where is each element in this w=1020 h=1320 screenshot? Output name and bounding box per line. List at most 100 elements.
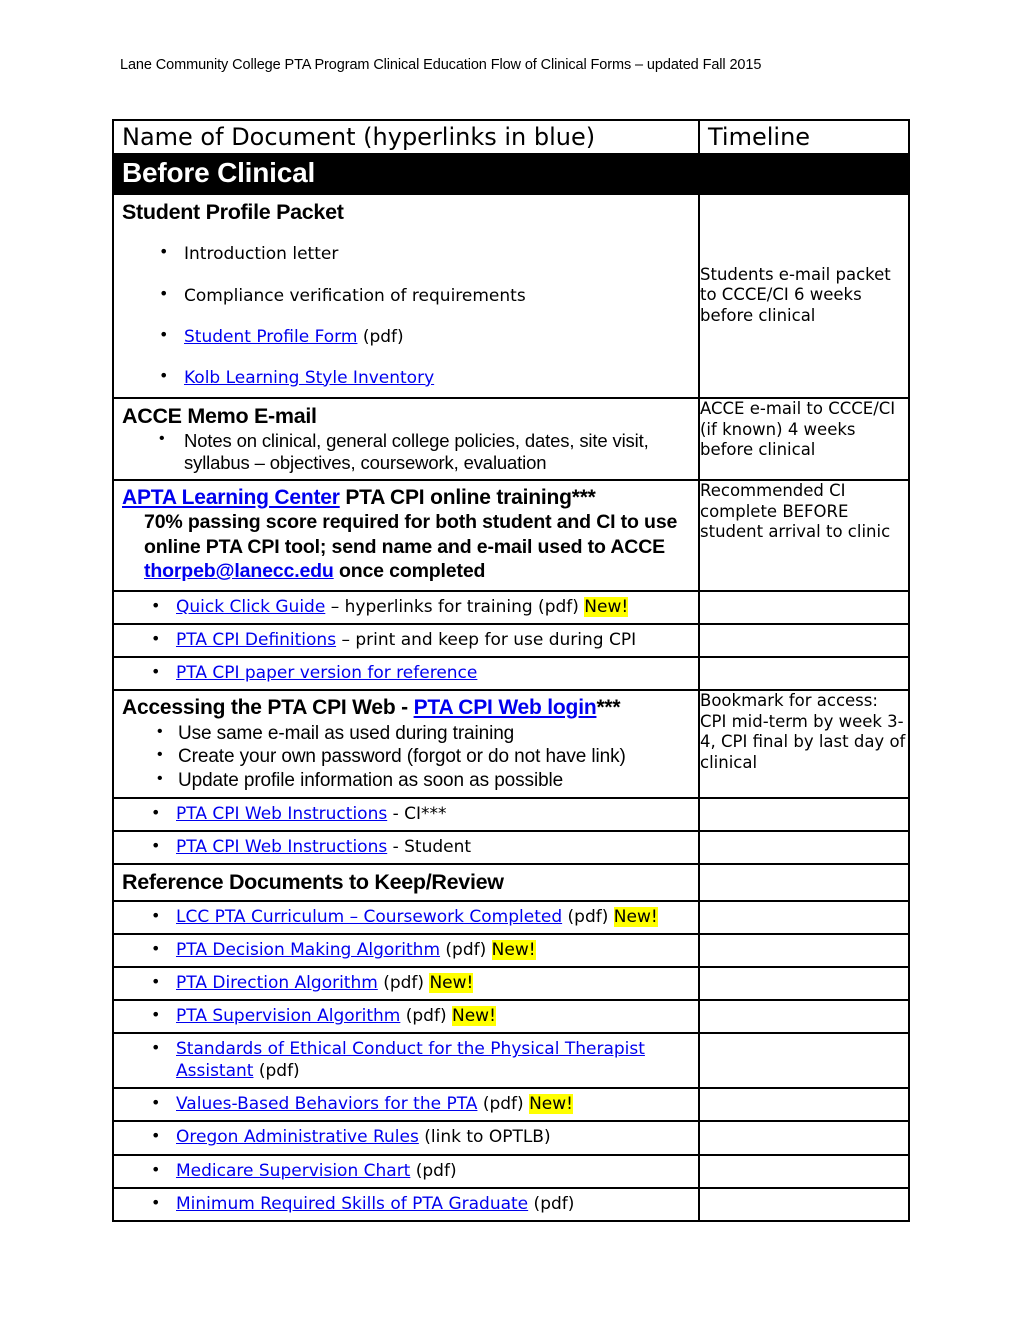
cell-timeline-empty <box>698 932 910 968</box>
cell-cpi-instructions-student: PTA CPI Web Instructions - Student <box>112 829 700 865</box>
list-item: Compliance verification of requirements <box>122 284 692 307</box>
table-row: LCC PTA Curriculum – Coursework Complete… <box>112 899 910 935</box>
section-banner-label: Before Clinical <box>122 157 316 189</box>
table-row: Values-Based Behaviors for the PTA (pdf)… <box>112 1087 910 1123</box>
cell-ref-values: Values-Based Behaviors for the PTA (pdf)… <box>112 1087 700 1123</box>
apta-heading-rest: PTA CPI online training*** <box>339 485 596 509</box>
apta-body-part2: once completed <box>333 560 486 583</box>
cell-timeline-empty <box>698 622 910 658</box>
cell-accessing-cpi-web: Accessing the PTA CPI Web - PTA CPI Web … <box>112 688 700 799</box>
link-pta-supervision-algorithm[interactable]: PTA Supervision Algorithm <box>176 1006 400 1026</box>
link-quick-click-guide[interactable]: Quick Click Guide <box>176 597 325 617</box>
link-lcc-pta-curriculum[interactable]: LCC PTA Curriculum – Coursework Complete… <box>176 907 562 927</box>
row-text: (pdf) <box>377 972 430 993</box>
bullet-text: Update profile information as soon as po… <box>178 770 564 792</box>
row-text: – hyperlinks for training (pdf) <box>325 596 585 617</box>
cell-cpi-paper-version: PTA CPI paper version for reference <box>112 655 700 691</box>
reference-documents-title: Reference Documents to Keep/Review <box>122 869 504 894</box>
new-badge: New! <box>491 939 536 960</box>
column-header-timeline: Timeline <box>708 123 811 151</box>
section-banner-row: Before Clinical <box>112 153 910 195</box>
table-row: PTA CPI paper version for reference <box>112 655 910 691</box>
cell-reference-documents-header: Reference Documents to Keep/Review <box>112 862 700 902</box>
ref-curriculum-row: LCC PTA Curriculum – Coursework Complete… <box>114 902 698 933</box>
link-pta-cpi-web-instructions-ci[interactable]: PTA CPI Web Instructions <box>176 804 387 824</box>
cell-ref-supervision: PTA Supervision Algorithm (pdf) New! <box>112 999 700 1035</box>
ref-medicare-row: Medicare Supervision Chart (pdf) <box>114 1156 698 1187</box>
student-profile-packet-title: Student Profile Packet <box>122 199 344 224</box>
ref-minimum-row: Minimum Required Skills of PTA Graduate … <box>114 1189 698 1220</box>
ref-supervision-row: PTA Supervision Algorithm (pdf) New! <box>114 1001 698 1032</box>
list-item: Create your own password (forgot or do n… <box>122 745 692 769</box>
link-pta-direction-algorithm[interactable]: PTA Direction Algorithm <box>176 973 378 993</box>
cell-ref-curriculum: LCC PTA Curriculum – Coursework Complete… <box>112 899 700 935</box>
new-badge: New! <box>452 1006 496 1027</box>
cell-timeline-empty <box>698 589 910 625</box>
section-banner-cell: Before Clinical <box>112 153 910 195</box>
cell-timeline-empty <box>698 1120 910 1156</box>
table-row: PTA CPI Definitions – print and keep for… <box>112 622 910 658</box>
header-cell-timeline: Timeline <box>698 118 910 156</box>
link-standards-of-ethical-conduct[interactable]: Standards of Ethical Conduct for the Phy… <box>176 1039 645 1081</box>
link-medicare-supervision-chart[interactable]: Medicare Supervision Chart <box>176 1161 410 1181</box>
bullet-text: Notes on clinical, general college polic… <box>184 429 649 474</box>
link-pta-cpi-web-login[interactable]: PTA CPI Web login <box>414 696 597 719</box>
cell-timeline-empty <box>698 965 910 1002</box>
link-pta-decision-making-algorithm[interactable]: PTA Decision Making Algorithm <box>176 940 440 960</box>
cell-cpi-instructions-ci: PTA CPI Web Instructions - CI*** <box>112 796 700 832</box>
table-row: Standards of Ethical Conduct for the Phy… <box>112 1032 910 1090</box>
bullet-text: Compliance verification of requirements <box>184 285 526 306</box>
cell-timeline-empty <box>698 862 910 902</box>
cell-acce-memo: ACCE Memo E-mail Notes on clinical, gene… <box>112 396 700 481</box>
quick-click-guide-row: Quick Click Guide – hyperlinks for train… <box>114 592 698 623</box>
table-row: Minimum Required Skills of PTA Graduate … <box>112 1186 910 1222</box>
table-row: Quick Click Guide – hyperlinks for train… <box>112 589 910 625</box>
table-row: Oregon Administrative Rules (link to OPT… <box>112 1120 910 1156</box>
cell-ref-oregon: Oregon Administrative Rules (link to OPT… <box>112 1120 700 1156</box>
row-text: (pdf) <box>528 1193 575 1214</box>
cell-ref-minimum: Minimum Required Skills of PTA Graduate … <box>112 1186 700 1222</box>
row-text: (pdf) <box>562 906 614 927</box>
link-acce-email[interactable]: thorpeb@lanecc.edu <box>144 560 334 582</box>
apta-body-part1: 70% passing score required for both stud… <box>144 510 678 558</box>
row-text: (pdf) <box>400 1006 452 1027</box>
document-page: Lane Community College PTA Program Clini… <box>0 0 1020 1320</box>
cell-timeline-empty <box>698 899 910 935</box>
link-apta-learning-center[interactable]: APTA Learning Center <box>122 486 340 509</box>
ref-standards-row: Standards of Ethical Conduct for the Phy… <box>114 1034 698 1087</box>
cell-timeline-acce-memo: ACCE e-mail to CCCE/CI (if known) 4 week… <box>698 396 910 481</box>
cell-ref-direction: PTA Direction Algorithm (pdf) New! <box>112 965 700 1002</box>
link-oregon-administrative-rules[interactable]: Oregon Administrative Rules <box>176 1127 419 1147</box>
row-text: (pdf) <box>440 939 492 960</box>
ref-direction-row: PTA Direction Algorithm (pdf) New! <box>114 968 698 999</box>
row-text: - CI*** <box>387 803 447 824</box>
ref-oregon-row: Oregon Administrative Rules (link to OPT… <box>114 1122 698 1153</box>
timeline-text: Bookmark for access: CPI mid-term by wee… <box>700 690 906 773</box>
row-text: (pdf) <box>253 1061 300 1082</box>
cell-timeline-accessing-cpi-web: Bookmark for access: CPI mid-term by wee… <box>698 688 910 799</box>
link-values-based-behaviors[interactable]: Values-Based Behaviors for the PTA <box>176 1094 477 1114</box>
link-pta-cpi-definitions[interactable]: PTA CPI Definitions <box>176 630 336 650</box>
row-text: - Student <box>387 836 472 857</box>
bullet-suffix: (pdf) <box>357 326 404 347</box>
list-item: Use same e-mail as used during training <box>122 722 692 746</box>
table-row: Reference Documents to Keep/Review <box>112 862 910 902</box>
cell-timeline-empty <box>698 829 910 865</box>
cpi-paper-version-row: PTA CPI paper version for reference <box>114 658 698 689</box>
cell-timeline-empty <box>698 1186 910 1222</box>
timeline-text: ACCE e-mail to CCCE/CI (if known) 4 week… <box>700 398 896 460</box>
link-student-profile-form[interactable]: Student Profile Form <box>184 327 357 347</box>
table-row: PTA Decision Making Algorithm (pdf) New! <box>112 932 910 968</box>
cell-timeline-empty <box>698 999 910 1035</box>
bullet-text: Use same e-mail as used during training <box>178 722 515 744</box>
link-kolb-learning-style-inventory[interactable]: Kolb Learning Style Inventory <box>184 368 434 388</box>
link-pta-cpi-web-instructions-student[interactable]: PTA CPI Web Instructions <box>176 837 387 857</box>
cell-ref-decision: PTA Decision Making Algorithm (pdf) New! <box>112 932 700 968</box>
accessing-cpi-web-bullets: Use same e-mail as used during training … <box>122 722 692 793</box>
list-item: Kolb Learning Style Inventory <box>122 366 692 389</box>
cell-student-profile-packet: Student Profile Packet Introduction lett… <box>112 192 700 399</box>
cell-timeline-empty <box>698 1087 910 1123</box>
link-pta-cpi-paper-version[interactable]: PTA CPI paper version for reference <box>176 663 477 683</box>
table-row: PTA Direction Algorithm (pdf) New! <box>112 965 910 1002</box>
link-minimum-required-skills[interactable]: Minimum Required Skills of PTA Graduate <box>176 1194 528 1214</box>
